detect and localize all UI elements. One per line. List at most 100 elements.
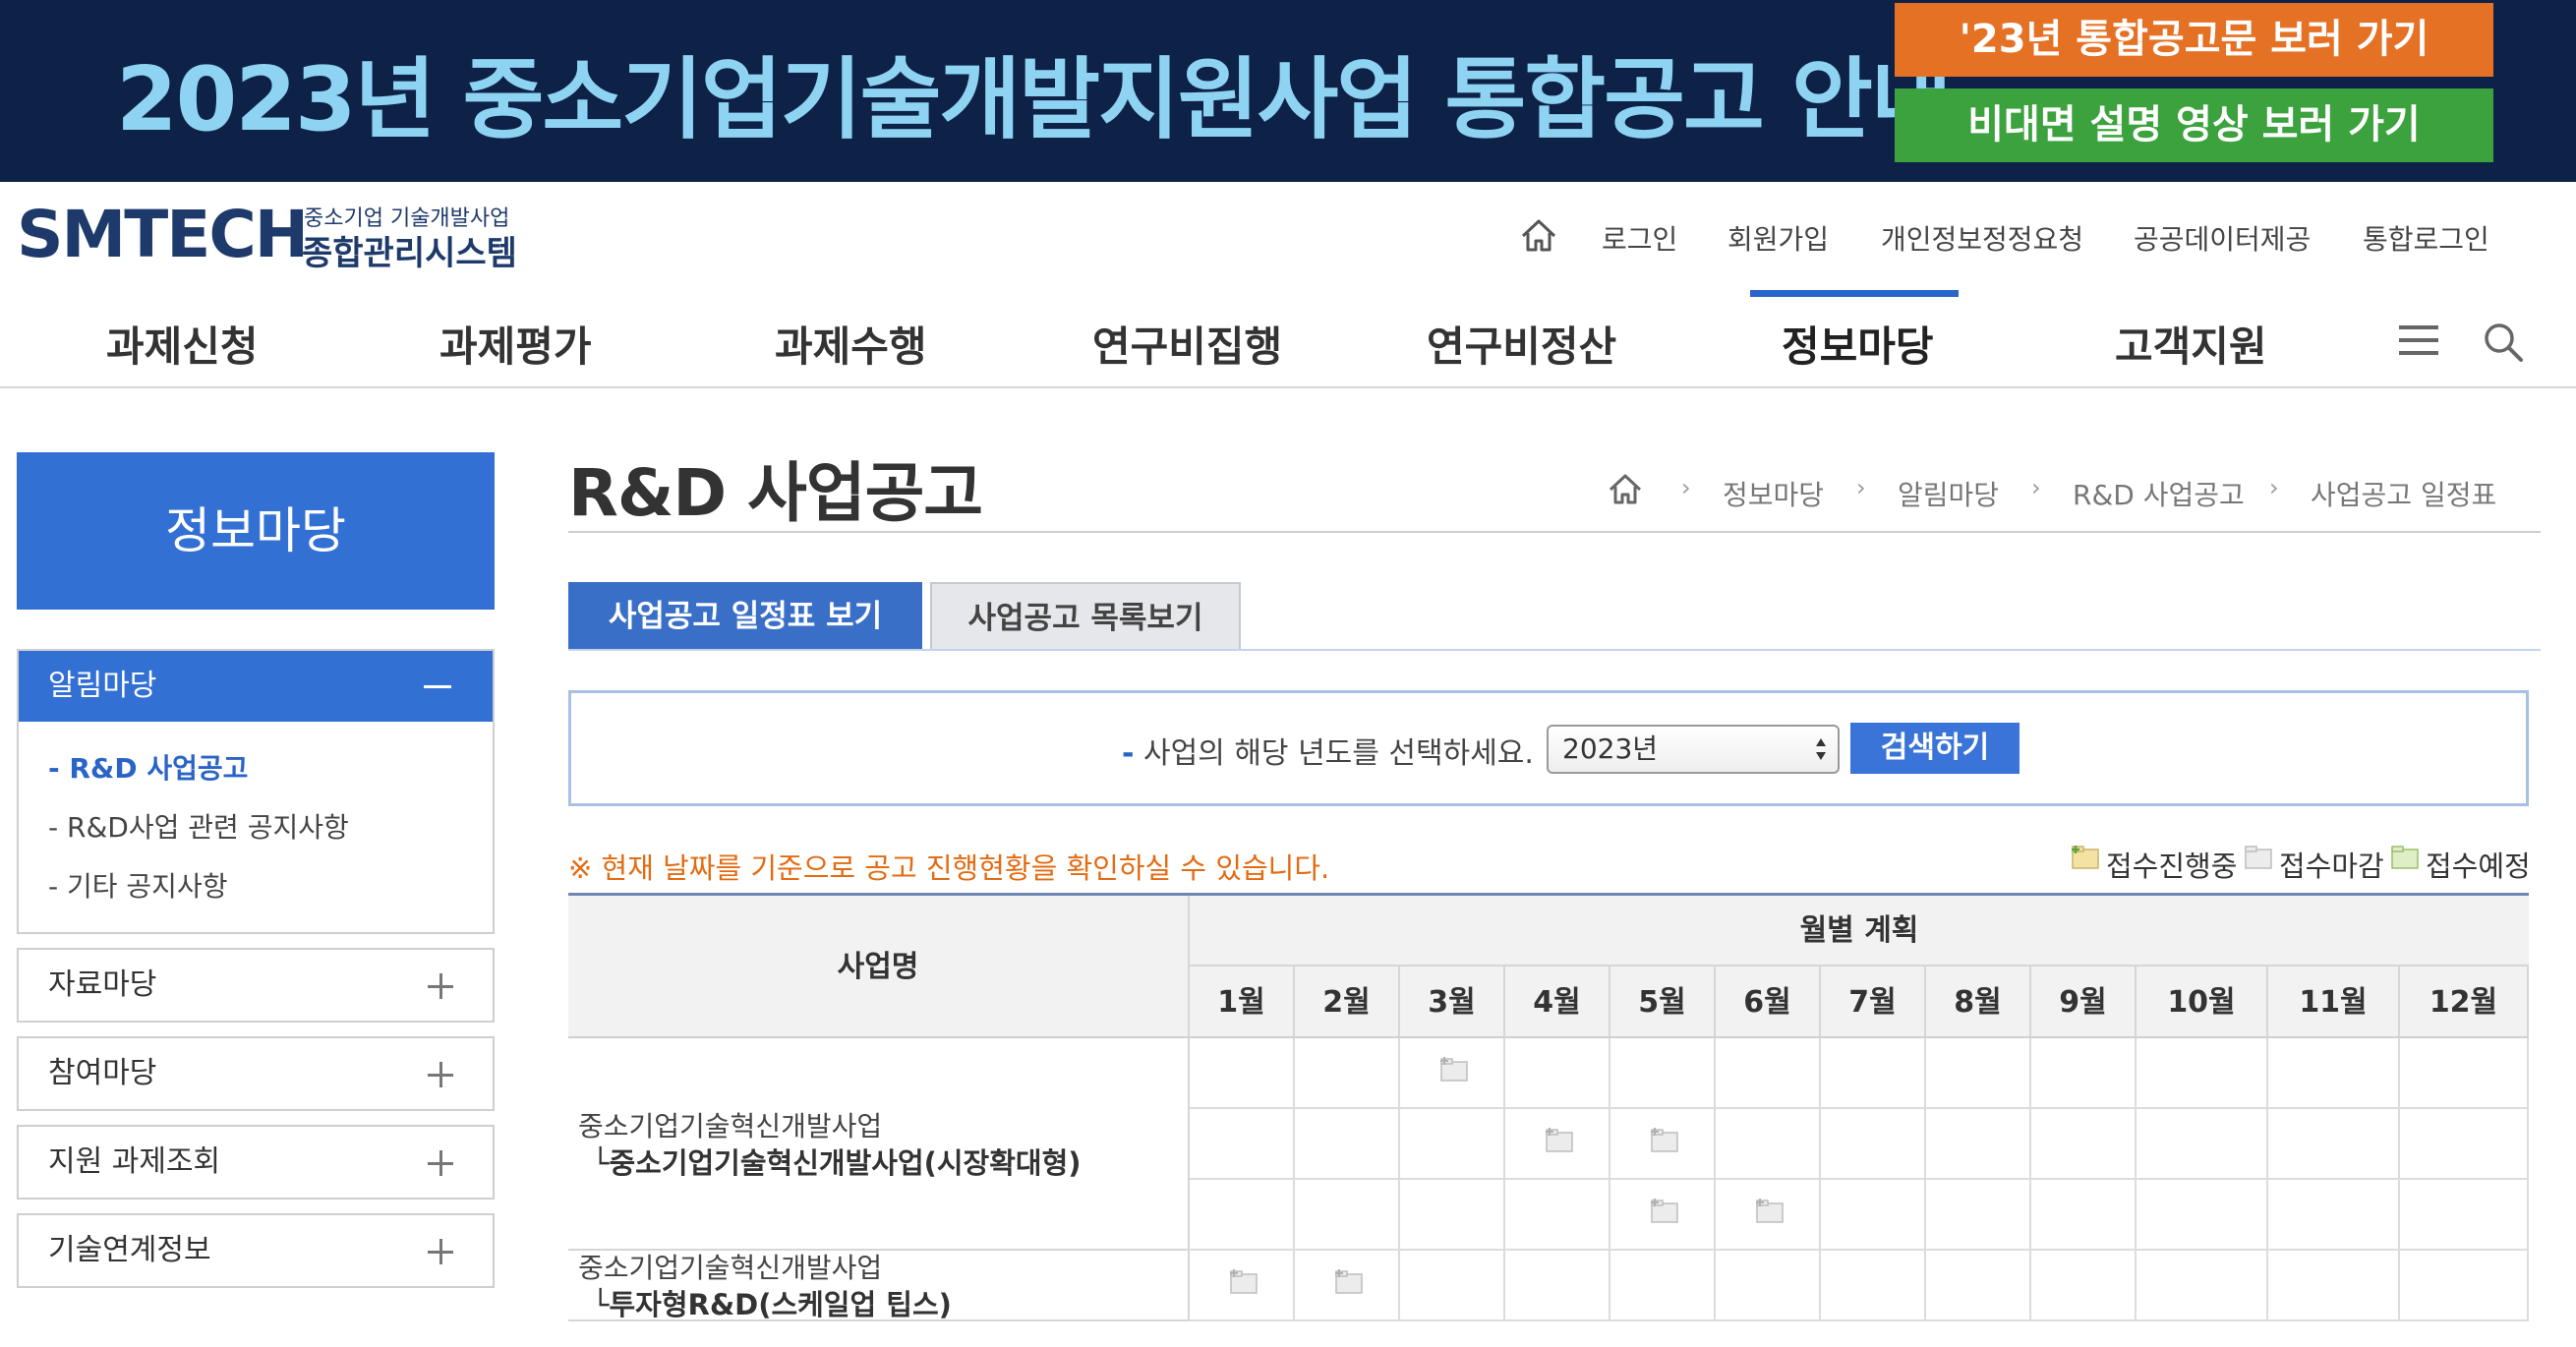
logo-system-text: 종합관리시스템 bbox=[302, 234, 517, 273]
schedule-cell bbox=[1716, 1109, 1821, 1180]
public-data-link[interactable]: 공공데이터제공 bbox=[2134, 218, 2311, 258]
schedule-cell bbox=[1505, 1038, 1610, 1109]
tab-list-view[interactable]: 사업공고 목록보기 bbox=[930, 582, 1241, 651]
schedule-cell[interactable] bbox=[1610, 1180, 1716, 1251]
schedule-table: 사업명 월별 계획 1월 2월 3월 4월 5월 6월 7월 8월 9월 10월 11월 12월 중소기… bbox=[568, 893, 2529, 1347]
folder-closed-icon[interactable] bbox=[1229, 1268, 1259, 1296]
schedule-cell[interactable] bbox=[1610, 1109, 1716, 1180]
nav-information[interactable]: 정보마당 bbox=[1782, 314, 1934, 374]
nav-project-application[interactable]: 과제신청 bbox=[106, 314, 259, 374]
schedule-cell bbox=[2400, 1251, 2529, 1321]
schedule-cell bbox=[2400, 1180, 2529, 1251]
column-header-month: 11월 bbox=[2268, 966, 2400, 1038]
sidebar-section-notice-header[interactable]: 알림마당 bbox=[19, 651, 493, 722]
folder-closed-icon[interactable] bbox=[1439, 1056, 1469, 1083]
schedule-cell bbox=[2031, 1109, 2137, 1180]
folder-closed-icon[interactable] bbox=[1650, 1127, 1679, 1154]
schedule-cell[interactable] bbox=[1716, 1180, 1821, 1251]
home-icon[interactable] bbox=[1517, 214, 1560, 258]
folder-closed-icon bbox=[2245, 846, 2272, 869]
folder-closed-icon[interactable] bbox=[1755, 1198, 1785, 1225]
breadcrumb-separator: › bbox=[1681, 474, 1691, 501]
schedule-cell bbox=[1716, 1251, 1821, 1321]
project-name-cell: 중소기업기술혁신개발사업 └중소기업기술혁신개발사업(시장확대형) bbox=[568, 1038, 1190, 1251]
nav-research-settlement[interactable]: 연구비정산 bbox=[1427, 314, 1616, 374]
schedule-cell bbox=[1295, 1180, 1400, 1251]
folder-closed-icon[interactable] bbox=[1650, 1198, 1679, 1225]
sidebar-item-tech-linkage[interactable]: 기술연계정보 bbox=[17, 1213, 495, 1288]
schedule-cell bbox=[2137, 1038, 2268, 1109]
legend-open-label: 접수진행중 bbox=[2106, 849, 2238, 883]
schedule-cell bbox=[1926, 1251, 2031, 1321]
project-name-sub[interactable]: └중소기업기술혁신개발사업(시장확대형) bbox=[592, 1141, 1082, 1182]
column-header-month: 1월 bbox=[1190, 966, 1295, 1038]
schedule-cell bbox=[1400, 1109, 1505, 1180]
sidebar-item-rnd-announcements[interactable]: - R&D사업 관련 공지사항 bbox=[48, 806, 349, 846]
logo-main-text: SMTECH bbox=[17, 197, 309, 272]
project-name-sub[interactable]: └투자형R&D(스케일업 팁스) bbox=[592, 1282, 952, 1323]
nav-research-expense[interactable]: 연구비집행 bbox=[1092, 314, 1282, 374]
privacy-correction-link[interactable]: 개인정보정정요청 bbox=[1881, 218, 2083, 258]
schedule-cell bbox=[2137, 1251, 2268, 1321]
schedule-cell bbox=[1295, 1038, 1400, 1109]
page-title: R&D 사업공고 bbox=[568, 455, 983, 531]
nav-project-evaluation[interactable]: 과제평가 bbox=[439, 314, 592, 374]
hamburger-menu-icon[interactable] bbox=[2399, 322, 2438, 358]
schedule-cell bbox=[2031, 1251, 2137, 1321]
breadcrumb-current: 사업공고 일정표 bbox=[2311, 479, 2497, 511]
schedule-cell bbox=[1821, 1038, 1926, 1109]
select-arrows-icon bbox=[1816, 738, 1826, 760]
schedule-cell bbox=[2137, 1109, 2268, 1180]
breadcrumb-item[interactable]: 알림마당 bbox=[1898, 474, 1999, 513]
year-search-panel: - 사업의 해당 년도를 선택하세요. 2023년 검색하기 bbox=[568, 690, 2529, 806]
column-header-month: 2월 bbox=[1295, 966, 1400, 1038]
schedule-cell bbox=[2400, 1038, 2529, 1109]
schedule-cell bbox=[1190, 1109, 1295, 1180]
schedule-cell[interactable] bbox=[1190, 1251, 1295, 1321]
schedule-cell[interactable] bbox=[1505, 1109, 1610, 1180]
signup-link[interactable]: 회원가입 bbox=[1727, 218, 1829, 258]
title-divider bbox=[568, 531, 2541, 533]
video-link-button[interactable]: 비대면 설명 영상 보러 가기 bbox=[1895, 88, 2493, 162]
login-link[interactable]: 로그인 bbox=[1602, 218, 1677, 258]
folder-closed-icon[interactable] bbox=[1334, 1268, 1364, 1296]
year-select[interactable]: 2023년 bbox=[1547, 725, 1840, 774]
column-header-monthly-plan: 월별 계획 bbox=[1190, 896, 2529, 966]
search-button[interactable]: 검색하기 bbox=[1850, 723, 2020, 774]
sidebar-item-rnd-notice[interactable]: - R&D 사업공고 bbox=[48, 747, 248, 787]
sidebar-item-label: 지원 과제조회 bbox=[48, 1144, 221, 1179]
schedule-cell bbox=[2268, 1251, 2400, 1321]
sidebar-item-label: 기술연계정보 bbox=[48, 1233, 211, 1267]
schedule-cell bbox=[1821, 1251, 1926, 1321]
sidebar-item-participation[interactable]: 참여마당 bbox=[17, 1036, 495, 1111]
year-select-value: 2023년 bbox=[1562, 732, 1659, 765]
integrated-login-link[interactable]: 통합로그인 bbox=[2363, 218, 2489, 258]
schedule-cell[interactable] bbox=[1295, 1251, 1400, 1321]
legend-closed-label: 접수마감 bbox=[2279, 849, 2384, 883]
breadcrumb-home-icon[interactable] bbox=[1606, 470, 1645, 509]
breadcrumb-item[interactable]: R&D 사업공고 bbox=[2073, 474, 2245, 513]
top-banner: 2023년 중소기업기술개발지원사업 통합공고 안내 '23년 통합공고문 보러… bbox=[0, 0, 2576, 182]
sidebar-item-project-search[interactable]: 지원 과제조회 bbox=[17, 1125, 495, 1200]
expand-icon bbox=[428, 1150, 453, 1176]
breadcrumb-item[interactable]: 정보마당 bbox=[1723, 474, 1824, 513]
column-header-month: 10월 bbox=[2137, 966, 2268, 1038]
folder-closed-icon[interactable] bbox=[1545, 1127, 1574, 1154]
collapse-icon bbox=[424, 685, 451, 688]
schedule-cell bbox=[1505, 1251, 1610, 1321]
schedule-cell[interactable] bbox=[1400, 1038, 1505, 1109]
nav-project-execution[interactable]: 과제수행 bbox=[775, 314, 927, 374]
sidebar-item-other-announcements[interactable]: - 기타 공지사항 bbox=[48, 865, 227, 905]
column-header-month: 12월 bbox=[2400, 966, 2529, 1038]
tab-schedule-view[interactable]: 사업공고 일정표 보기 bbox=[568, 582, 922, 651]
tab-divider bbox=[568, 649, 2541, 651]
folder-open-icon bbox=[2072, 846, 2099, 869]
schedule-cell bbox=[1926, 1180, 2031, 1251]
column-header-month: 9월 bbox=[2031, 966, 2137, 1038]
sidebar-item-resources[interactable]: 자료마당 bbox=[17, 948, 495, 1023]
nav-customer-support[interactable]: 고객지원 bbox=[2115, 314, 2267, 374]
search-icon[interactable] bbox=[2482, 321, 2525, 364]
notice-link-button[interactable]: '23년 통합공고문 보러 가기 bbox=[1895, 3, 2493, 77]
sidebar-item-label: 자료마당 bbox=[48, 967, 157, 1002]
schedule-cell bbox=[2268, 1038, 2400, 1109]
